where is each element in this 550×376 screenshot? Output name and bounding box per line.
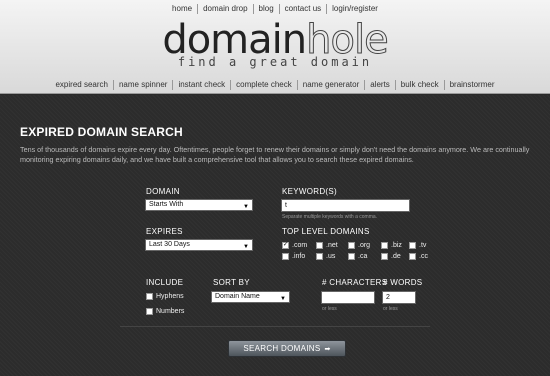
words-input[interactable]: 2 [382,291,416,304]
tools-nav: expired search name spinner instant chec… [0,80,550,90]
search-domains-label: SEARCH DOMAINS [243,344,321,353]
arrow-right-icon: ➡ [324,346,331,353]
keywords-input[interactable]: t [281,199,410,212]
nav-blog[interactable]: blog [252,4,279,14]
tld-com-checkbox[interactable]: ✓ [282,242,289,249]
chevron-down-icon: ▼ [243,244,249,250]
nav-home[interactable]: home [167,4,197,14]
tld-tv-checkbox[interactable] [409,242,416,249]
tool-name-generator[interactable]: name generator [296,80,364,90]
sort-by-label: SORT BY [213,278,250,287]
characters-input[interactable] [321,291,375,304]
chevron-down-icon: ▼ [243,204,249,210]
expires-select[interactable]: Last 30 Days ▼ [145,239,253,251]
tool-brainstormer[interactable]: brainstormer [443,80,500,90]
tld-info-checkbox[interactable] [282,253,289,260]
search-domains-button[interactable]: SEARCH DOMAINS ➡ [228,340,346,357]
tool-expired-search[interactable]: expired search [50,80,112,90]
tld-label: TOP LEVEL DOMAINS [282,227,370,236]
form-divider [120,326,430,327]
tld-cc-label: .cc [419,253,428,260]
page-description: Tens of thousands of domains expire ever… [20,145,530,164]
tld-us-checkbox[interactable] [316,253,323,260]
nav-login-register[interactable]: login/register [326,4,383,14]
tld-de-checkbox[interactable] [381,253,388,260]
include-label: INCLUDE [146,278,184,287]
domain-match-value: Starts With [149,201,184,208]
top-nav: home domain drop blog contact us login/r… [0,4,550,14]
hyphens-checkbox[interactable] [146,293,153,300]
tld-ca-label: .ca [358,253,368,260]
expires-value: Last 30 Days [149,241,190,248]
sort-by-value: Domain Name [215,293,260,300]
expires-label: EXPIRES [146,227,183,236]
tool-alerts[interactable]: alerts [364,80,395,90]
tld-ca-checkbox[interactable] [348,253,355,260]
page-title: EXPIRED DOMAIN SEARCH [20,125,183,139]
tld-biz-label: .biz [391,242,402,249]
tool-complete-check[interactable]: complete check [230,80,297,90]
tld-org-label: .org [358,242,371,249]
keywords-hint: Separate multiple keywords with a comma. [282,214,378,220]
site-tagline: find a great domain [177,55,373,69]
tld-tv-label: .tv [419,242,427,249]
tld-info-label: .info [292,253,306,260]
main-content: EXPIRED DOMAIN SEARCH Tens of thousands … [0,95,550,376]
tool-bulk-check[interactable]: bulk check [394,80,444,90]
numbers-label: Numbers [156,308,185,315]
tld-net-label: .net [326,242,338,249]
tld-com-label: .com [292,242,308,249]
words-hint: or less [383,306,398,312]
characters-hint: or less [322,306,337,312]
tld-us-label: .us [326,253,336,260]
hyphens-label: Hyphens [156,293,184,300]
tld-org-checkbox[interactable] [348,242,355,249]
tld-cc-checkbox[interactable] [409,253,416,260]
domain-label: DOMAIN [146,187,180,196]
tool-name-spinner[interactable]: name spinner [112,80,172,90]
numbers-checkbox[interactable] [146,308,153,315]
nav-contact-us[interactable]: contact us [278,4,326,14]
chevron-down-icon: ▼ [280,296,286,302]
characters-label: # CHARACTERS [322,278,388,287]
keywords-label: KEYWORD(S) [282,187,337,196]
site-logo[interactable]: domainhole [0,20,550,61]
sort-by-select[interactable]: Domain Name ▼ [211,291,290,303]
site-header: home domain drop blog contact us login/r… [0,0,550,94]
tool-instant-check[interactable]: instant check [172,80,230,90]
tld-biz-checkbox[interactable] [381,242,388,249]
nav-domain-drop[interactable]: domain drop [197,4,252,14]
words-label: # WORDS [383,278,423,287]
tld-net-checkbox[interactable] [316,242,323,249]
tld-de-label: .de [391,253,401,260]
domain-match-select[interactable]: Starts With ▼ [145,199,253,211]
